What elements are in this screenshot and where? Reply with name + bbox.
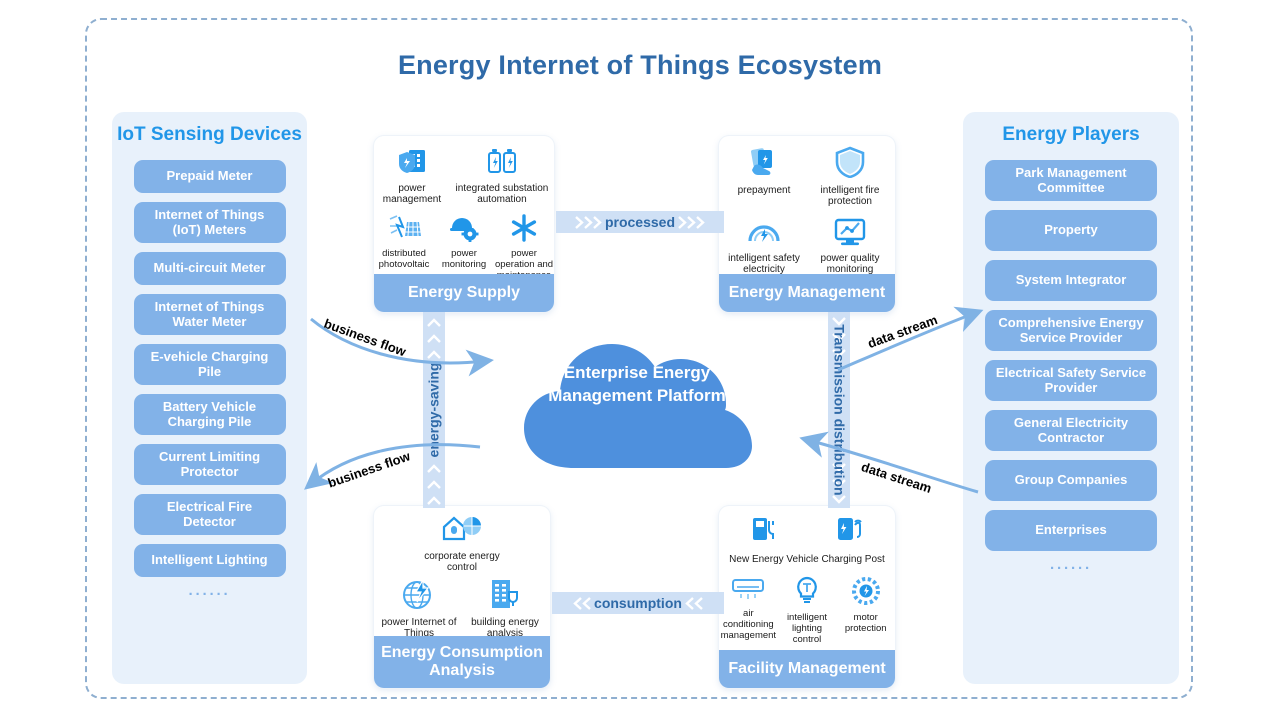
caption: prepayment (737, 184, 791, 196)
right-column-list: Park Management Committee Property Syste… (963, 160, 1179, 577)
facility-item-motor-protection[interactable]: motor protection (836, 576, 895, 646)
list-item[interactable]: Park Management Committee (985, 160, 1157, 201)
energy-management-item-safety-electricity[interactable]: intelligent safety electricity (721, 218, 807, 276)
caption: air conditioning management (720, 607, 777, 641)
energy-management-item-prepayment[interactable]: prepayment (721, 146, 807, 208)
list-item[interactable]: Enterprises (985, 510, 1157, 551)
caption: intelligent lighting control (786, 611, 828, 645)
motor-gear-icon (851, 576, 881, 610)
processed-flow-band: processed (556, 211, 724, 233)
caption: power quality monitoring (820, 252, 880, 276)
facility-management-label: Facility Management (719, 650, 895, 688)
facility-item-charging-post-a[interactable] (721, 514, 807, 551)
charging-post-icon (747, 514, 781, 548)
chevron-right-group-right (678, 215, 705, 229)
energy-saving-flow-band: energy-saving (423, 312, 445, 508)
left-column-heading: IoT Sensing Devices (117, 124, 302, 145)
facility-item-charging-post-b[interactable] (807, 514, 893, 551)
list-item[interactable]: Internet of Things (IoT) Meters (133, 202, 286, 243)
list-item[interactable]: Current Limiting Protector (133, 444, 286, 485)
charging-pump-icon (833, 514, 867, 548)
energy-management-label: Energy Management (719, 274, 895, 312)
transmission-distribution-label: Transmission distribution (831, 324, 848, 496)
energy-management-item-fire-protection[interactable]: intelligent fire protection (807, 146, 893, 208)
shield-icon (833, 146, 867, 182)
helmet-gear-icon (447, 214, 481, 246)
list-item[interactable]: Prepaid Meter (133, 160, 286, 193)
list-item[interactable]: Comprehensive Energy Service Provider (985, 310, 1157, 351)
transmission-distribution-flow-band: Transmission distribution (828, 312, 850, 508)
energy-supply-item-power-operation[interactable]: power operation and maintenance (494, 214, 554, 282)
iot-sensing-devices-panel: IoT Sensing Devices Prepaid Meter Intern… (112, 112, 307, 684)
energy-supply-item-substation-automation[interactable]: integrated substation automation (450, 146, 554, 206)
energy-management-item-power-quality[interactable]: power quality monitoring (807, 218, 893, 276)
caption: intelligent fire protection (820, 184, 880, 208)
list-item[interactable]: Electrical Safety Service Provider (985, 360, 1157, 401)
gauge-icon (746, 218, 782, 250)
energy-consumption-item-corporate-control[interactable]: corporate energy control (419, 514, 505, 574)
enterprise-platform-cloud[interactable]: Enterprise Energy Management Platform (512, 320, 762, 490)
caption: distributed photovoltaic (378, 247, 430, 270)
page-title: Energy Internet of Things Ecosystem (397, 50, 883, 80)
list-item[interactable]: Electrical Fire Detector (133, 494, 286, 535)
caption: power monitoring (441, 247, 487, 270)
energy-consumption-item-building-analysis[interactable]: building energy analysis (462, 578, 548, 640)
facility-item-air-conditioning[interactable]: air conditioning management (719, 576, 778, 646)
air-conditioner-icon (730, 576, 766, 606)
list-item[interactable]: Multi-circuit Meter (133, 252, 286, 285)
asterisk-star-icon (507, 214, 541, 246)
list-item[interactable]: Battery Vehicle Charging Pile (133, 394, 286, 435)
right-column-more-dots: ······ (1050, 560, 1092, 577)
bulb-icon (792, 576, 822, 610)
energy-saving-label: energy-saving (425, 362, 442, 458)
list-item[interactable]: E-vehicle Charging Pile (133, 344, 286, 385)
caption: motor protection (844, 611, 887, 634)
list-item[interactable]: General Electricity Contractor (985, 410, 1157, 451)
facility-group-caption: New Energy Vehicle Charging Post (729, 554, 885, 565)
energy-consumption-label: Energy Consumption Analysis (374, 636, 550, 688)
list-item[interactable]: System Integrator (985, 260, 1157, 301)
house-pie-icon (440, 514, 484, 548)
facility-item-lighting-control[interactable]: intelligent lighting control (778, 576, 837, 646)
processed-label: processed (604, 214, 676, 230)
list-item[interactable]: Group Companies (985, 460, 1157, 501)
left-column-list: Prepaid Meter Internet of Things (IoT) M… (112, 160, 307, 603)
battery-pair-icon (485, 146, 519, 180)
chevron-left-group-left (573, 596, 591, 610)
left-column-more-dots: ······ (188, 586, 231, 603)
energy-consumption-item-power-iot[interactable]: power Internet of Things (376, 577, 462, 640)
building-plug-icon (486, 578, 524, 614)
chevron-right-group-left (575, 215, 602, 229)
list-item[interactable]: Internet of Things Water Meter (133, 294, 286, 335)
energy-supply-item-power-management[interactable]: power management (374, 146, 450, 206)
energy-supply-card[interactable]: power management integrated substation a… (374, 136, 554, 312)
cloud-label: Enterprise Energy Management Platform (548, 363, 726, 405)
energy-supply-item-power-monitoring[interactable]: power monitoring (434, 214, 494, 282)
caption: integrated substation automation (455, 182, 549, 206)
building-shield-icon (395, 146, 429, 180)
caption: power management (382, 182, 442, 206)
right-column-heading: Energy Players (1002, 124, 1140, 145)
list-item[interactable]: Intelligent Lighting (133, 544, 286, 577)
energy-management-card[interactable]: prepayment intelligent fire protection i… (719, 136, 895, 312)
energy-consumption-analysis-card[interactable]: corporate energy control power Internet … (374, 506, 550, 688)
globe-bolt-icon (400, 577, 438, 614)
solar-panel-icon (387, 214, 421, 246)
card-hand-icon (746, 146, 782, 182)
consumption-label: consumption (594, 595, 682, 611)
caption: intelligent safety electricity (728, 252, 800, 276)
monitor-chart-icon (832, 218, 868, 250)
list-item[interactable]: Property (985, 210, 1157, 251)
chevron-left-group-right (685, 596, 703, 610)
caption: corporate energy control (424, 550, 500, 574)
energy-supply-item-distributed-photovoltaic[interactable]: distributed photovoltaic (374, 214, 434, 282)
energy-players-panel: Energy Players Park Management Committee… (963, 112, 1179, 684)
facility-management-card[interactable]: New Energy Vehicle Charging Post air con… (719, 506, 895, 688)
energy-supply-label: Energy Supply (374, 274, 554, 312)
consumption-flow-band: consumption (552, 592, 724, 614)
